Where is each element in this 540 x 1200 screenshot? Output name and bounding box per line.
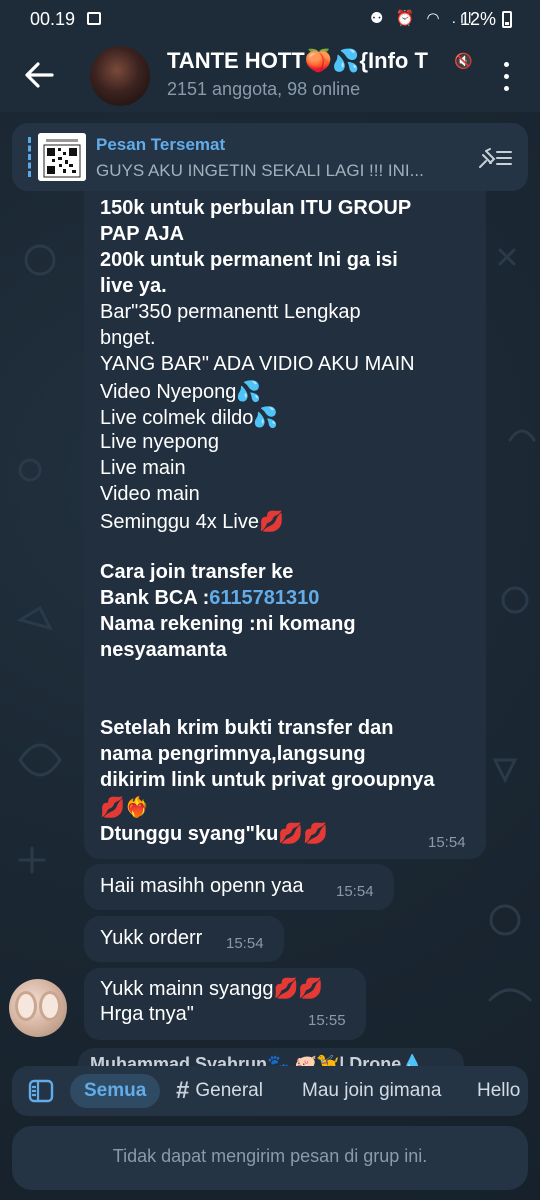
- message-line: nesyaamanta: [100, 639, 227, 661]
- message-input-disabled: Tidak dapat mengirim pesan di grup ini.: [12, 1126, 528, 1190]
- message-line: Setelah krim bukti transfer dan: [100, 717, 394, 739]
- message-time: 15:54: [226, 935, 264, 952]
- group-title[interactable]: TANTE HOTT🍑💦{Info T: [167, 48, 477, 74]
- sender-avatar[interactable]: [9, 979, 67, 1037]
- message-line: Cara join transfer ke: [100, 561, 294, 583]
- message-text: Hrga tnya": [100, 1003, 194, 1025]
- more-dot-icon: [504, 62, 509, 67]
- gallery-notification-icon: [87, 12, 101, 25]
- message-line: live ya.: [100, 275, 167, 297]
- tab-mau-join-gimana[interactable]: Mau join gimana: [302, 1074, 441, 1108]
- sidebar-toggle-icon[interactable]: [26, 1076, 56, 1106]
- tab-general[interactable]: # General: [176, 1074, 263, 1108]
- avatar-face: [15, 991, 37, 1021]
- message-time: 15:54: [428, 834, 466, 851]
- message-line: Nama rekening :ni komang: [100, 613, 356, 635]
- member-count: 2151 anggota, 98 online: [167, 79, 361, 99]
- battery-icon: [502, 11, 512, 28]
- message-line: Live main: [100, 457, 186, 479]
- message-line: PAP AJA: [100, 223, 185, 245]
- message-line: dikirim link untuk privat grooupnya: [100, 769, 435, 791]
- message-time: 15:54: [336, 883, 374, 900]
- message-text: Yukk orderr: [100, 927, 203, 949]
- message-line: Live colmek dildo💦: [100, 407, 279, 429]
- status-time: 00.19: [30, 9, 76, 29]
- pinned-message-bar[interactable]: Pesan Tersemat GUYS AKU INGETIN SEKALI L…: [12, 123, 528, 191]
- message-time: 15:55: [308, 1012, 346, 1029]
- message-line: bnget.: [100, 327, 156, 349]
- message-line: Video Nyepong💦: [100, 381, 262, 403]
- avatar-face: [39, 991, 61, 1021]
- message-line: Dtunggu syang"ku💋💋: [100, 823, 329, 845]
- mute-icon: 🔇: [454, 53, 473, 70]
- chat-header: TANTE HOTT🍑💦{Info T 🔇 2151 anggota, 98 o…: [0, 38, 540, 112]
- message-line: 200k untuk permanent Ini ga isi: [100, 249, 398, 271]
- more-dot-icon: [504, 86, 509, 91]
- message-bubble[interactable]: 150k untuk perbulan ITU GROUP PAP AJA 20…: [84, 191, 486, 859]
- hashtag-icon: #: [176, 1077, 190, 1104]
- pinned-label: Pesan Tersemat: [96, 135, 226, 154]
- message-line: YANG BAR" ADA VIDIO AKU MAIN: [100, 353, 415, 375]
- message-line: nama pengrimnya,langsung: [100, 743, 366, 765]
- message-text: Haii masihh openn yaa: [100, 875, 304, 897]
- battery-percent: 12%: [460, 9, 497, 29]
- message-text: Yukk mainn syangg💋💋: [100, 978, 324, 1000]
- message-bubble[interactable]: Yukk orderr 15:54: [84, 916, 284, 962]
- input-disabled-text: Tidak dapat mengirim pesan di grup ini.: [112, 1146, 428, 1166]
- message-line: Seminggu 4x Live💋: [100, 511, 284, 533]
- group-avatar[interactable]: [90, 46, 150, 106]
- message-bubble[interactable]: Haii masihh openn yaa 15:54: [84, 864, 394, 910]
- back-arrow-icon[interactable]: [22, 58, 56, 92]
- pinned-text: GUYS AKU INGETIN SEKALI LAGI !!! INI...: [96, 161, 424, 180]
- more-options-button[interactable]: [496, 60, 516, 94]
- pinned-list-icon[interactable]: [477, 145, 513, 171]
- more-dot-icon: [504, 74, 509, 79]
- status-bar: 00.19 ⚉ ⏰ ◠ .ıl 12%: [0, 0, 540, 38]
- message-bubble[interactable]: Yukk mainn syangg💋💋 Hrga tnya" 15:55: [84, 968, 366, 1040]
- account-number-link[interactable]: 6115781310: [209, 587, 319, 609]
- message-line: 150k untuk perbulan ITU GROUP: [100, 197, 412, 219]
- message-line: Live nyepong: [100, 431, 219, 453]
- message-line: Video main: [100, 483, 200, 505]
- bank-label: Bank BCA :: [100, 587, 210, 609]
- pinned-indicator: [28, 137, 34, 177]
- tab-semua[interactable]: Semua: [70, 1074, 161, 1108]
- tab-hello[interactable]: Hello: [477, 1074, 520, 1108]
- message-line: Bar"350 permanentt Lengkap: [100, 301, 361, 323]
- message-line: 💋❤️‍🔥: [100, 797, 150, 819]
- pinned-thumbnail: [38, 133, 86, 181]
- message-line: Bank BCA :6115781310: [100, 587, 319, 610]
- topic-tabs: Semua # General Mau join gimana Hello: [12, 1066, 528, 1116]
- tab-general-label: General: [195, 1080, 263, 1101]
- qr-code-icon: [38, 133, 86, 181]
